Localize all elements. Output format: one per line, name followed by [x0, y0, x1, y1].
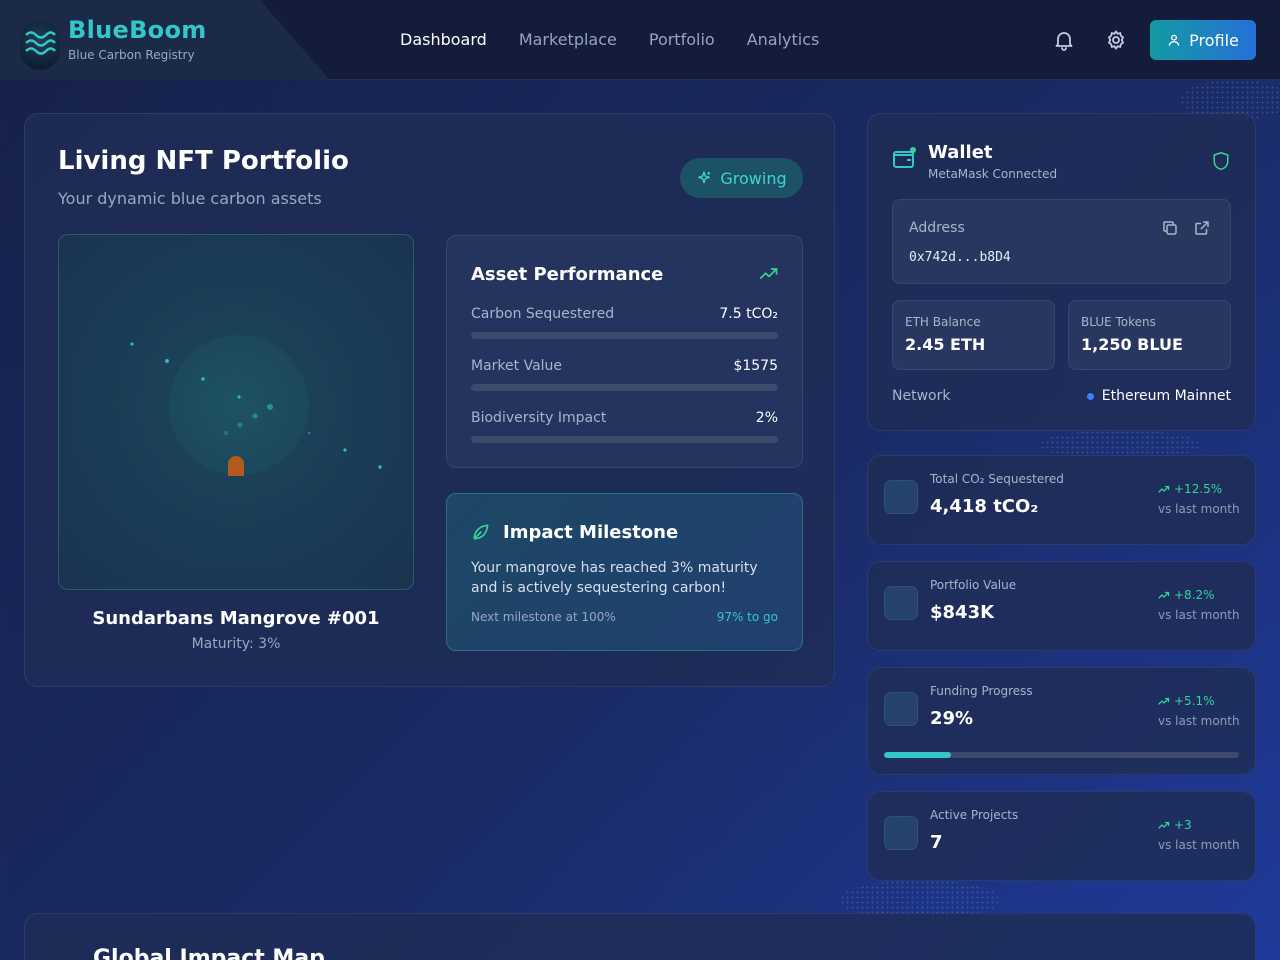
wallet-icon: [892, 146, 916, 174]
stat-label: Total CO₂ Sequestered: [930, 472, 1064, 486]
stat-change-value: +3: [1174, 818, 1192, 832]
top-header: BlueBoom Blue Carbon Registry Dashboard …: [0, 0, 1280, 80]
profile-label: Profile: [1189, 30, 1239, 50]
stat-value: $843K: [930, 602, 995, 623]
sparkles-icon: [698, 171, 711, 184]
blue-tokens-label: BLUE Tokens: [1081, 315, 1156, 329]
metric-value: 2%: [755, 410, 778, 426]
stat-change: +12.5%: [1158, 482, 1222, 496]
stat-card-portfolio-value: Portfolio Value $843K +8.2% vs last mont…: [867, 561, 1256, 651]
milestone-text: Your mangrove has reached 3% maturity an…: [471, 560, 758, 596]
page-title: Living NFT Portfolio: [58, 146, 349, 176]
growing-label: Growing: [720, 168, 787, 188]
stat-icon: [884, 816, 918, 850]
nft-maturity: Maturity: 3%: [191, 636, 281, 652]
stat-card-co2: Total CO₂ Sequestered 4,418 tCO₂ +12.5% …: [867, 455, 1256, 545]
wallet-address[interactable]: 0x742d...b8D4: [909, 250, 1011, 265]
blue-tokens-box: BLUE Tokens 1,250 BLUE: [1068, 300, 1231, 370]
eth-balance-box: ETH Balance 2.45 ETH: [892, 300, 1055, 370]
stat-value: 7: [930, 832, 943, 853]
logo-waves-icon[interactable]: [20, 20, 60, 70]
leaf-icon: [471, 522, 491, 546]
metric-progress-bar: [471, 436, 778, 443]
eth-balance-value: 2.45 ETH: [905, 335, 986, 354]
nft-visual[interactable]: [58, 234, 414, 590]
shield-icon: [1212, 151, 1230, 175]
milestone-remaining: 97% to go: [716, 610, 778, 624]
metric-progress-bar: [471, 384, 778, 391]
copy-icon[interactable]: [1161, 219, 1179, 241]
wallet-address-box: Address 0x742d...b8D4: [892, 199, 1231, 284]
stat-label: Active Projects: [930, 808, 1019, 822]
milestone-next: Next milestone at 100%: [471, 610, 616, 624]
page-subtitle: Your dynamic blue carbon assets: [58, 189, 322, 208]
stat-change: +8.2%: [1158, 588, 1215, 602]
nav-marketplace[interactable]: Marketplace: [519, 28, 617, 51]
stat-change-value: +12.5%: [1174, 482, 1223, 496]
trend-up-icon: [1158, 591, 1170, 599]
growing-badge[interactable]: Growing: [680, 158, 803, 198]
external-link-icon[interactable]: [1193, 219, 1211, 241]
stat-icon: [884, 586, 918, 620]
stat-change-value: +5.1%: [1174, 694, 1215, 708]
bell-icon[interactable]: [1052, 28, 1076, 52]
map-title: Global Impact Map: [93, 946, 325, 960]
main-nav: Dashboard Marketplace Portfolio Analytic…: [400, 28, 819, 51]
metric-label: Biodiversity Impact: [471, 410, 607, 426]
stat-compare: vs last month: [1158, 714, 1240, 728]
metric-value: 7.5 tCO₂: [719, 306, 778, 322]
metric-label: Market Value: [471, 358, 563, 374]
funding-progress-bar: [884, 752, 1239, 758]
network-value: Ethereum Mainnet: [1086, 388, 1231, 404]
stat-change-value: +8.2%: [1174, 588, 1215, 602]
profile-button[interactable]: Profile: [1150, 20, 1256, 60]
trend-up-icon: [1158, 485, 1170, 493]
stat-value: 4,418 tCO₂: [930, 496, 1039, 517]
metric-carbon-sequestered: Carbon Sequestered 7.5 tCO₂: [471, 306, 778, 339]
brand-subtitle: Blue Carbon Registry: [68, 48, 195, 62]
gear-icon[interactable]: [1104, 28, 1128, 52]
metric-market-value: Market Value $1575: [471, 358, 778, 391]
portfolio-card: Living NFT Portfolio Your dynamic blue c…: [24, 113, 835, 687]
metric-value: $1575: [733, 358, 778, 374]
wallet-card: Wallet MetaMask Connected Address 0x742d…: [867, 113, 1256, 431]
stat-card-funding-progress: Funding Progress 29% +5.1% vs last month: [867, 667, 1256, 775]
nav-portfolio[interactable]: Portfolio: [649, 28, 715, 51]
trend-up-icon: [759, 266, 779, 286]
nft-name: Sundarbans Mangrove #001: [92, 608, 380, 629]
mangrove-sprout-illustration: [130, 335, 382, 476]
stat-icon: [884, 480, 918, 514]
metric-biodiversity-impact: Biodiversity Impact 2%: [471, 410, 778, 443]
stat-compare: vs last month: [1158, 608, 1240, 622]
milestone-title: Impact Milestone: [503, 522, 679, 543]
stat-compare: vs last month: [1158, 838, 1240, 852]
blue-tokens-value: 1,250 BLUE: [1081, 335, 1183, 354]
trend-up-icon: [1158, 697, 1170, 705]
stat-label: Portfolio Value: [930, 578, 1017, 592]
network-status-dot: [1086, 392, 1094, 400]
wallet-status: MetaMask Connected: [928, 167, 1058, 181]
asset-performance-panel: Asset Performance Carbon Sequestered 7.5…: [446, 235, 803, 468]
stat-label: Funding Progress: [930, 684, 1033, 698]
network-label: Network: [892, 388, 951, 404]
stat-value: 29%: [930, 708, 974, 729]
wallet-title: Wallet: [928, 142, 993, 163]
global-impact-map-card: Global Impact Map: [24, 913, 1256, 960]
network-name: Ethereum Mainnet: [1101, 388, 1231, 404]
stat-icon: [884, 692, 918, 726]
stat-change: +3: [1158, 818, 1192, 832]
nav-analytics[interactable]: Analytics: [747, 28, 820, 51]
stat-compare: vs last month: [1158, 502, 1240, 516]
brand-name[interactable]: BlueBoom: [68, 16, 207, 44]
metric-progress-bar: [471, 332, 778, 339]
trend-up-icon: [1158, 821, 1170, 829]
asset-performance-title: Asset Performance: [471, 264, 664, 285]
stat-card-active-projects: Active Projects 7 +3 vs last month: [867, 791, 1256, 881]
nav-dashboard[interactable]: Dashboard: [400, 28, 487, 51]
eth-balance-label: ETH Balance: [905, 315, 981, 329]
address-label: Address: [909, 220, 965, 236]
stat-change: +5.1%: [1158, 694, 1215, 708]
impact-milestone-panel: Impact Milestone Your mangrove has reach…: [446, 493, 803, 651]
user-icon: [1168, 34, 1180, 46]
